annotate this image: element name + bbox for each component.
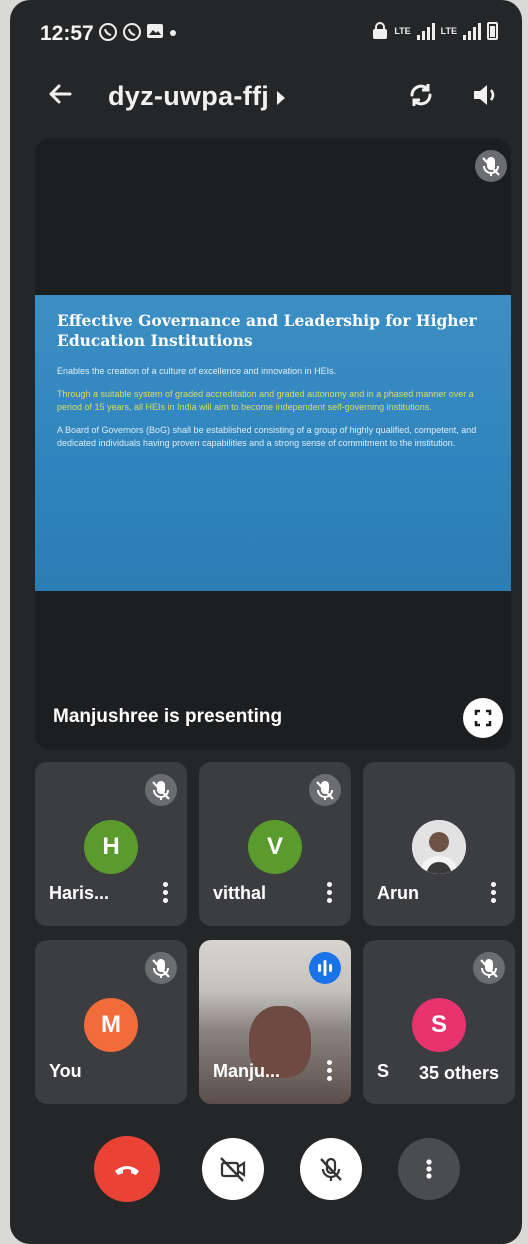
slide-paragraph: Enables the creation of a culture of exc… [57, 366, 337, 376]
participant-name: Arun [377, 883, 419, 903]
fullscreen-icon [474, 709, 492, 727]
participant-tile[interactable]: V vitthal [199, 762, 351, 926]
gallery-icon [147, 24, 163, 38]
switch-camera-icon[interactable] [406, 80, 436, 110]
mic-off-badge [145, 952, 177, 984]
phone-screen: 12:57 LTE LTE dyz-uwpa-ffj Effective Gov… [10, 0, 522, 1244]
shared-slide: Effective Governance and Leadership for … [35, 295, 511, 591]
more-options-icon[interactable] [161, 882, 169, 906]
whatsapp-icon [123, 23, 141, 41]
network-type-label-2: LTE [440, 25, 457, 36]
mic-off-icon [152, 959, 170, 978]
mic-off-badge [309, 774, 341, 806]
battery-icon [487, 22, 498, 40]
camera-toggle-button[interactable] [202, 1138, 264, 1200]
camera-off-icon [220, 1157, 246, 1182]
slide-paragraph-highlight: Through a suitable system of graded accr… [57, 389, 474, 412]
slide-title: Effective Governance and Leadership for … [57, 311, 477, 350]
presenting-label: Manjushree is presenting [53, 706, 283, 727]
more-options-icon[interactable] [325, 882, 333, 906]
meeting-code-button[interactable]: dyz-uwpa-ffj [108, 81, 286, 112]
mic-off-icon [152, 781, 170, 800]
participant-name: You [49, 1061, 82, 1081]
participant-tile[interactable]: Arun [363, 762, 515, 926]
meeting-header: dyz-uwpa-ffj [10, 70, 522, 124]
participant-tile-video[interactable]: Manju... [199, 940, 351, 1104]
mic-off-icon [480, 959, 498, 978]
lock-icon [373, 22, 388, 39]
participant-name: Manju... [213, 1061, 280, 1081]
meeting-code: dyz-uwpa-ffj [108, 81, 270, 111]
avatar: H [84, 820, 138, 874]
more-vertical-icon [426, 1159, 432, 1179]
presentation-tile[interactable]: Effective Governance and Leadership for … [35, 138, 511, 750]
mic-off-icon [482, 157, 500, 176]
mic-off-badge [145, 774, 177, 806]
speaking-badge [309, 952, 341, 984]
participant-name: Haris... [49, 883, 110, 903]
more-options-icon[interactable] [489, 882, 497, 906]
status-bar: 12:57 LTE LTE [10, 0, 522, 66]
end-call-button[interactable] [94, 1136, 160, 1202]
participant-name: S [377, 1061, 390, 1081]
profile-photo-avatar [412, 820, 466, 874]
mic-off-badge [473, 952, 505, 984]
more-options-button[interactable] [398, 1138, 460, 1200]
more-options-icon[interactable] [325, 1060, 333, 1084]
participant-tile-others[interactable]: S S 35 others [363, 940, 515, 1104]
caret-right-icon [277, 90, 286, 105]
participant-tile[interactable]: H Haris... [35, 762, 187, 926]
avatar: V [248, 820, 302, 874]
end-call-icon [115, 1166, 139, 1175]
signal-icon [463, 22, 481, 40]
system-icons: LTE LTE [372, 22, 498, 40]
avatar: S [412, 998, 466, 1052]
slide-paragraph: A Board of Governors (BoG) shall be esta… [57, 425, 477, 448]
dot-icon [170, 30, 176, 36]
whatsapp-icon [99, 23, 117, 41]
others-count-badge[interactable]: 35 others [412, 1059, 505, 1088]
speaker-icon[interactable] [470, 80, 500, 110]
person-photo-icon [412, 820, 466, 874]
participant-tile-self[interactable]: M You [35, 940, 187, 1104]
microphone-toggle-button[interactable] [300, 1138, 362, 1200]
status-time: 12:57 [40, 22, 94, 45]
avatar: M [84, 998, 138, 1052]
signal-icon [416, 22, 435, 40]
mic-off-icon [316, 781, 334, 800]
mic-off-badge [475, 150, 507, 182]
fullscreen-button[interactable] [463, 698, 503, 738]
participant-name: vitthal [213, 883, 267, 903]
network-type-label: LTE [394, 25, 411, 36]
mic-off-icon [320, 1157, 342, 1181]
notification-icons [98, 22, 178, 42]
audio-level-icon [318, 960, 332, 976]
call-controls [10, 1130, 522, 1210]
back-arrow-icon[interactable] [44, 78, 76, 110]
